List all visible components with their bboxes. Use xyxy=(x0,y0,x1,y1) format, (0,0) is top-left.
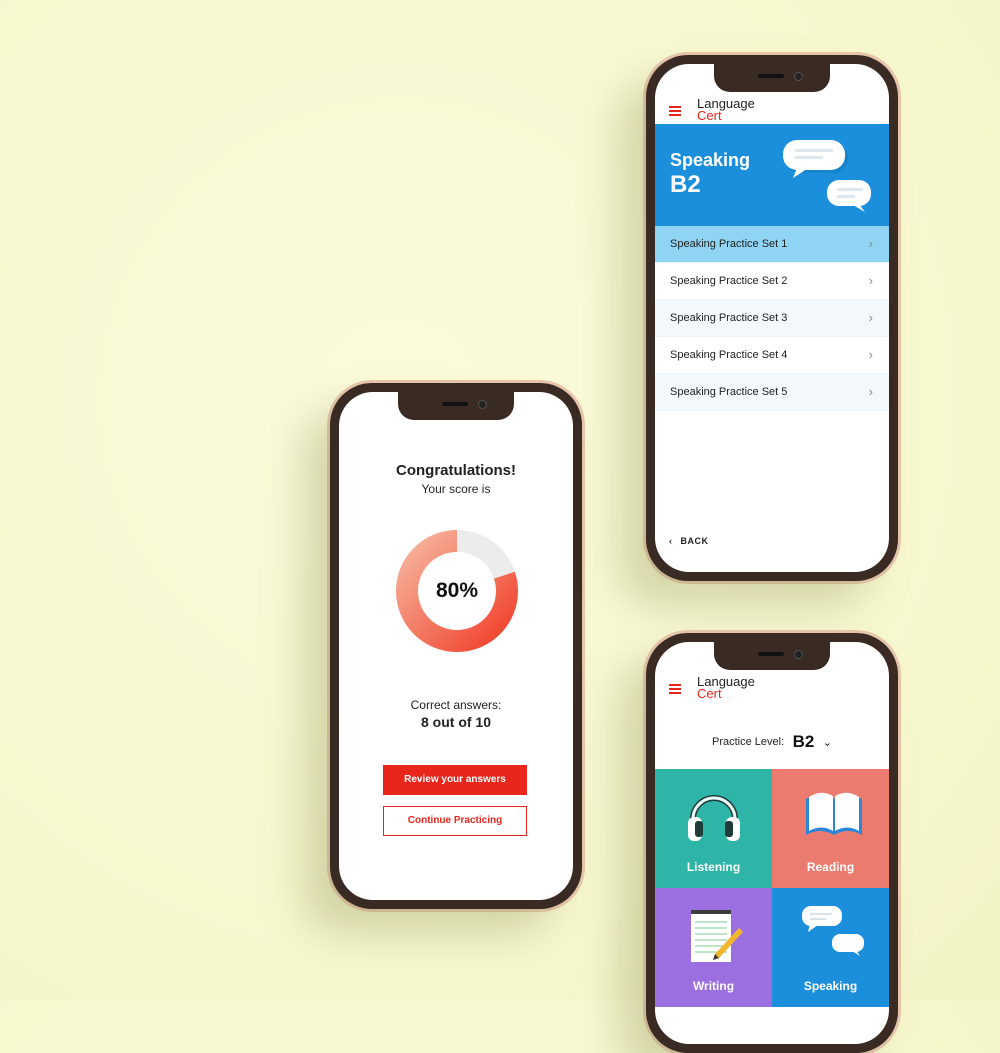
phone-speaking-screen: Language Cert Speaking B2 Speaking Pract… xyxy=(646,55,898,581)
book-icon xyxy=(806,792,862,835)
practice-set-label: Speaking Practice Set 1 xyxy=(670,238,788,250)
chevron-left-icon: ‹ xyxy=(669,536,673,546)
practice-level-value: B2 xyxy=(792,732,815,751)
menu-icon[interactable] xyxy=(669,106,681,116)
tile-label: Speaking xyxy=(803,979,858,993)
tile-label: Listening xyxy=(686,860,741,874)
tile-speaking[interactable]: Speaking xyxy=(772,888,889,1007)
chevron-right-icon: › xyxy=(868,384,873,399)
section-level: B2 xyxy=(670,171,701,198)
speaking-screen: Language Cert Speaking B2 Speaking Pract… xyxy=(655,64,889,572)
practice-set-label: Speaking Practice Set 5 xyxy=(670,386,788,398)
practice-set-item[interactable]: Speaking Practice Set 2 › xyxy=(655,263,889,300)
chevron-down-icon: ⌄ xyxy=(822,736,832,749)
practice-level-label: Practice Level: xyxy=(711,736,785,748)
practice-set-item[interactable]: Speaking Practice Set 5 › xyxy=(655,374,889,411)
headphones-icon xyxy=(688,795,740,841)
speaking-banner: Speaking B2 xyxy=(655,124,889,226)
chevron-right-icon: › xyxy=(868,347,873,362)
tile-reading[interactable]: Reading xyxy=(772,769,889,888)
tile-label: Reading xyxy=(806,860,855,874)
section-title: Speaking xyxy=(670,150,751,170)
review-answers-button[interactable]: Review your answers xyxy=(383,765,527,795)
practice-set-item[interactable]: Speaking Practice Set 4 › xyxy=(655,337,889,374)
back-button[interactable]: ‹ BACK xyxy=(669,536,717,546)
practice-level-selector[interactable]: Practice Level: B2 ⌄ xyxy=(655,732,889,752)
tile-writing[interactable]: Writing xyxy=(655,888,772,1007)
congrats-heading: Congratulations! xyxy=(396,462,516,479)
practice-set-item[interactable]: Speaking Practice Set 1 › xyxy=(655,226,889,263)
score-percent: 80% xyxy=(435,579,479,602)
languagecert-logo: Language Cert xyxy=(697,97,755,123)
menu-icon[interactable] xyxy=(669,684,681,694)
notepad-icon xyxy=(691,910,743,962)
back-label: BACK xyxy=(680,536,709,546)
app-header: Language Cert xyxy=(655,672,889,710)
continue-practicing-button[interactable]: Continue Practicing xyxy=(383,806,527,836)
score-subheading: Your score is xyxy=(421,482,491,496)
practice-set-label: Speaking Practice Set 2 xyxy=(670,275,788,287)
speech-bubbles-icon xyxy=(802,906,864,956)
speech-bubbles-icon xyxy=(783,140,871,212)
practice-set-label: Speaking Practice Set 3 xyxy=(670,312,788,324)
logo-line2: Cert xyxy=(697,108,722,123)
chevron-right-icon: › xyxy=(868,236,873,251)
languagecert-logo: Language Cert xyxy=(697,675,755,701)
practice-set-label: Speaking Practice Set 4 xyxy=(670,349,788,361)
phone-notch xyxy=(714,642,830,670)
logo-line2: Cert xyxy=(697,686,722,701)
practice-set-list: Speaking Practice Set 1 › Speaking Practi… xyxy=(655,226,889,411)
phone-notch xyxy=(714,64,830,92)
practice-set-item[interactable]: Speaking Practice Set 3 › xyxy=(655,300,889,337)
phone-home-screen: Language Cert Practice Level: B2 ⌄ Liste… xyxy=(646,633,898,1053)
chevron-right-icon: › xyxy=(868,310,873,325)
chevron-right-icon: › xyxy=(868,273,873,288)
phone-notch xyxy=(398,392,514,420)
tile-label: Writing xyxy=(692,979,735,993)
tile-listening[interactable]: Listening xyxy=(655,769,772,888)
correct-answers-label: Correct answers: xyxy=(410,698,502,712)
correct-answers-value: 8 out of 10 xyxy=(420,714,491,730)
home-screen: Language Cert Practice Level: B2 ⌄ Liste… xyxy=(655,642,889,1044)
phone-score-screen: Congratulations! Your score is 80% Corre… xyxy=(330,383,582,909)
score-screen: Congratulations! Your score is 80% Corre… xyxy=(339,392,573,900)
